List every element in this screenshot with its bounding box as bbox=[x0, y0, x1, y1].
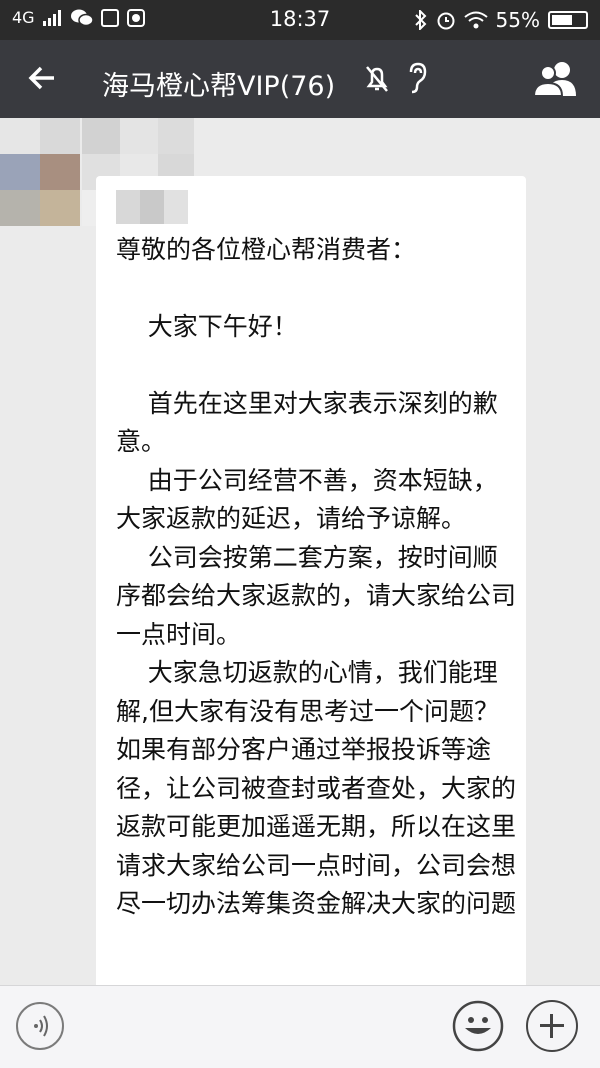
voice-waves-icon bbox=[34, 1015, 48, 1037]
voice-icon[interactable] bbox=[16, 1002, 64, 1050]
plus-icon[interactable] bbox=[526, 1000, 578, 1052]
back-arrow-icon[interactable] bbox=[24, 60, 60, 96]
muted-bell-icon bbox=[366, 66, 388, 92]
status-bar: 4G 18:37 55% bbox=[0, 0, 600, 40]
status-right: 55% bbox=[414, 8, 588, 32]
bluetooth-icon bbox=[414, 10, 426, 30]
alarm-icon bbox=[437, 12, 455, 30]
wifi-icon bbox=[463, 11, 488, 29]
sender-avatar[interactable] bbox=[0, 118, 80, 226]
chat-header: 海马橙心帮VIP(76) bbox=[0, 40, 600, 118]
emoji-icon[interactable] bbox=[452, 1000, 504, 1052]
message-bubble[interactable]: 人 尊敬的各位橙心帮消费者： 大家下午好！ 首先在这里对大家表示深刻的歉意。 由… bbox=[96, 176, 526, 1006]
battery-percent: 55% bbox=[495, 8, 540, 32]
battery-icon bbox=[548, 11, 588, 29]
pixelated-text bbox=[116, 190, 188, 224]
input-bar bbox=[0, 985, 600, 1068]
earpiece-icon bbox=[409, 62, 427, 94]
message-text: 人 尊敬的各位橙心帮消费者： 大家下午好！ 首先在这里对大家表示深刻的歉意。 由… bbox=[116, 196, 517, 918]
chat-title: 海马橙心帮VIP(76) bbox=[102, 71, 336, 102]
group-members-icon[interactable] bbox=[532, 60, 580, 98]
